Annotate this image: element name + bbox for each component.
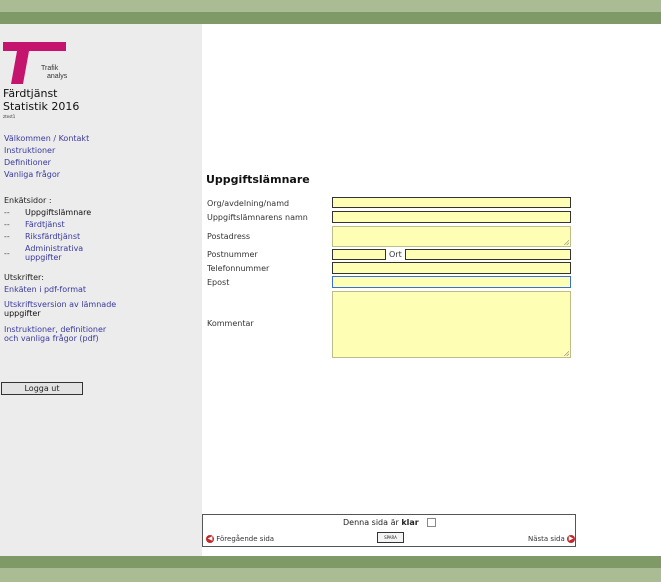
label-phone: Telefonnummer (207, 264, 270, 273)
survey-pages-heading: Enkätsidor : (4, 196, 52, 205)
label-postnr: Postnummer (207, 250, 258, 259)
nav-fardtjanst[interactable]: Färdtjänst (25, 220, 65, 229)
label-ort: Ort (389, 250, 402, 259)
dash: -- (4, 249, 10, 258)
dash: -- (4, 220, 10, 229)
name-input[interactable] (332, 211, 571, 223)
save-button[interactable]: SPARA (377, 532, 404, 543)
logo-text-2: analys (47, 73, 68, 80)
dash: -- (4, 232, 10, 241)
postnr-input[interactable] (332, 249, 386, 260)
nav-instructions[interactable]: Instruktioner (4, 146, 55, 155)
resize-grip-icon[interactable] (564, 240, 569, 245)
phone-input[interactable] (332, 262, 571, 274)
print-heading: Utskrifter: (4, 273, 44, 282)
next-page-button[interactable]: Nästa sida ▶ (528, 535, 575, 543)
sidebar: Trafik analys Färdtjänst Statistik 2016 … (0, 24, 202, 556)
app-title: Färdtjänst Statistik 2016 (3, 87, 80, 113)
comment-textarea[interactable] (332, 291, 571, 358)
bottom-band-light (0, 568, 661, 582)
arrow-right-icon: ▶ (567, 535, 575, 543)
address-textarea[interactable] (332, 226, 571, 247)
nav-instructions-pdf[interactable]: Instruktioner, definitioner och vanliga … (4, 325, 106, 343)
logo-text-1: Trafik (41, 65, 59, 72)
label-org: Org/avdelning/namd (207, 199, 290, 208)
page-done-label: Denna sida är klar (343, 518, 419, 527)
arrow-left-icon: ◀ (206, 535, 214, 543)
nav-uppgiftslamnare[interactable]: Uppgiftslämnare (25, 208, 91, 217)
label-email: Epost (207, 278, 230, 287)
bottom-band-dark (0, 556, 661, 568)
nav-print-version[interactable]: Utskriftsversion av lämnade uppgifter (4, 300, 116, 318)
user-id: ztest1 (3, 114, 16, 119)
resize-grip-icon[interactable] (564, 351, 569, 356)
org-input[interactable] (332, 197, 571, 208)
logout-button[interactable]: Logga ut (1, 382, 83, 395)
label-comment: Kommentar (207, 319, 254, 328)
nav-pdf-survey[interactable]: Enkäten i pdf-format (4, 285, 86, 294)
nav-faq[interactable]: Vanliga frågor (4, 170, 60, 179)
nav-welcome[interactable]: Välkommen / Kontakt (4, 134, 89, 143)
dash: -- (4, 208, 10, 217)
ort-input[interactable] (405, 249, 571, 260)
nav-riksfardtjanst[interactable]: Riksfärdtjänst (25, 232, 80, 241)
page-title: Uppgiftslämnare (206, 173, 310, 186)
page-done-checkbox[interactable] (427, 518, 436, 527)
top-band-dark (0, 12, 661, 24)
page-footer: Denna sida är klar ◀ Föregående sida SPA… (202, 514, 576, 547)
nav-administrativa[interactable]: Administrativa uppgifter (25, 244, 83, 262)
email-input[interactable] (332, 276, 571, 288)
top-band-light (0, 0, 661, 12)
nav-definitions[interactable]: Definitioner (4, 158, 51, 167)
trafikanalys-logo: Trafik analys (3, 42, 68, 84)
label-name: Uppgiftslämnarens namn (207, 213, 308, 222)
label-address: Postadress (207, 232, 251, 241)
prev-page-button[interactable]: ◀ Föregående sida (206, 535, 274, 543)
